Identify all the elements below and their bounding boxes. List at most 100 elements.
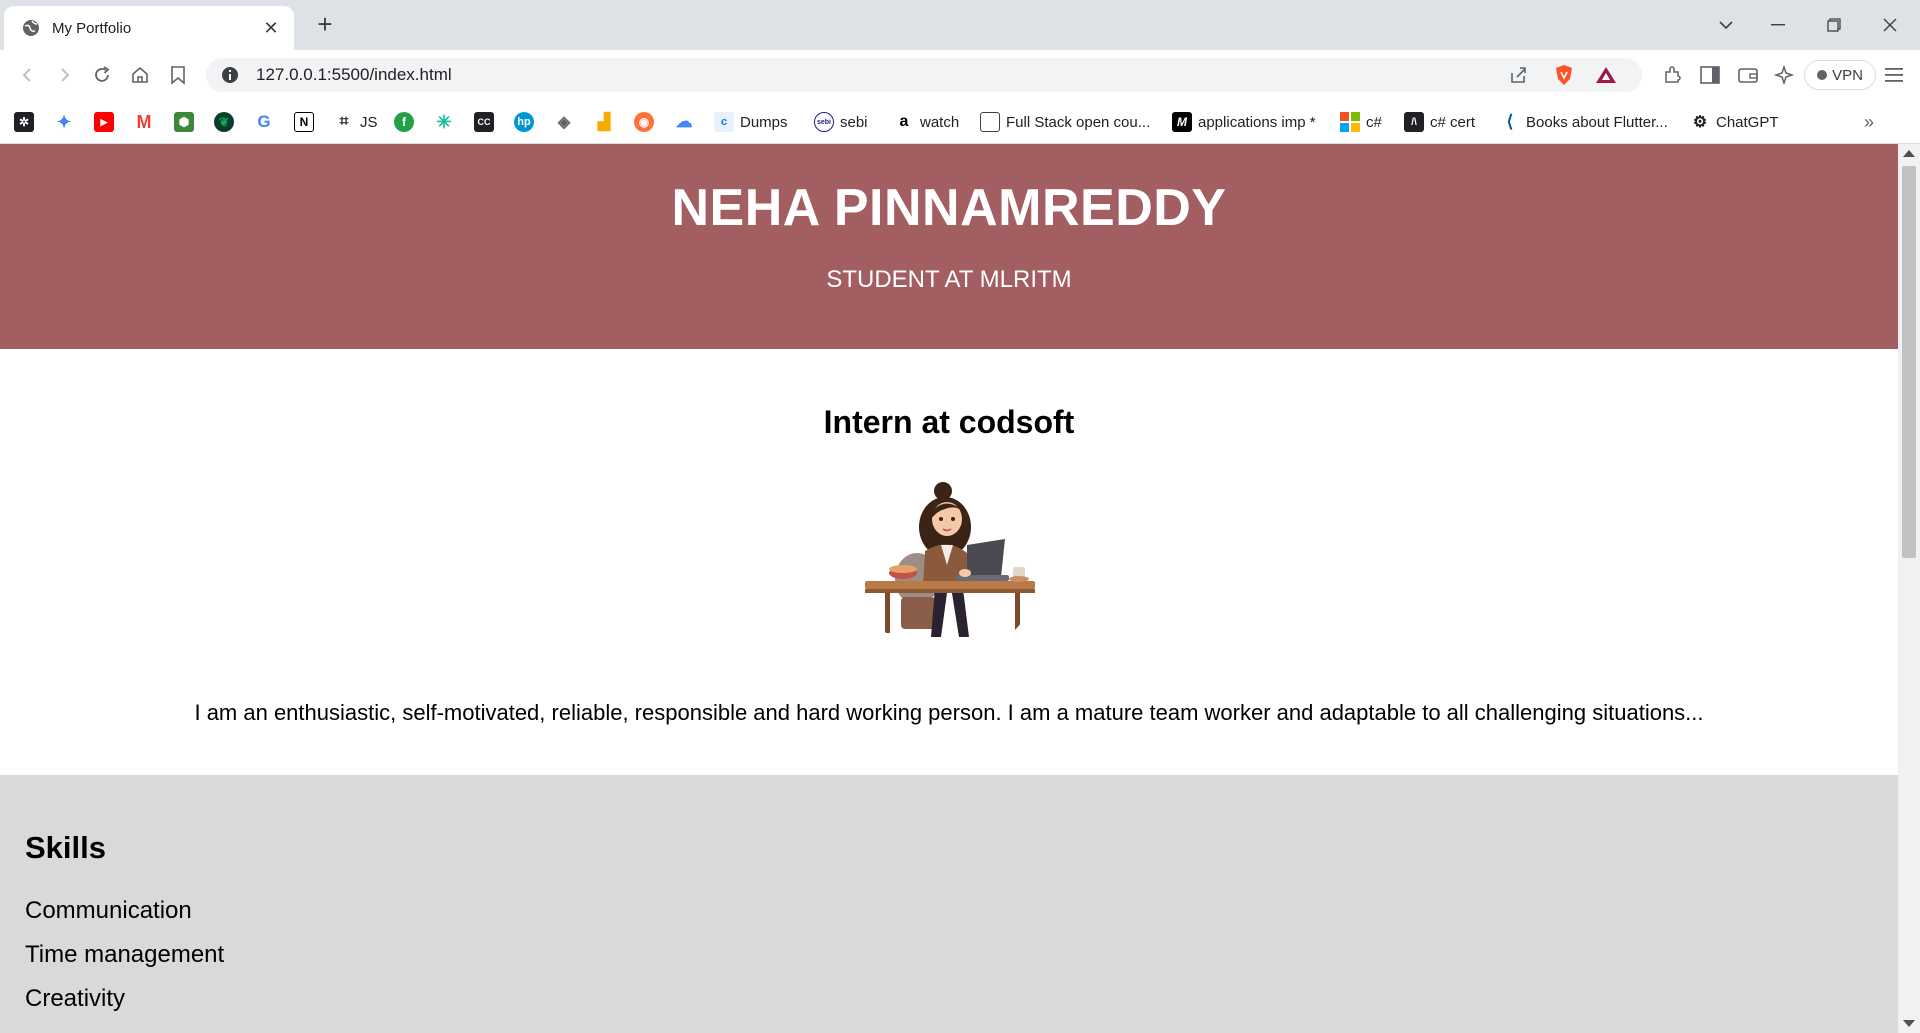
skill-item: Communication: [25, 897, 192, 924]
scroll-down-icon[interactable]: [1903, 1020, 1915, 1027]
analytics-icon: ▟: [597, 114, 611, 131]
skills-section: Skills Communication Time management Cre…: [0, 775, 1898, 1033]
chatgpt-icon: ⚙: [1692, 114, 1708, 131]
close-tab-icon[interactable]: ✕: [260, 17, 282, 39]
sidebar-icon[interactable]: [1698, 63, 1722, 87]
minimize-icon[interactable]: [1758, 8, 1798, 42]
bookmark-label: c#: [1366, 113, 1382, 131]
page-icon: [980, 112, 1000, 132]
microsoft-icon: [1340, 112, 1360, 132]
cc-icon: CC: [474, 112, 494, 132]
wallet-icon[interactable]: [1736, 63, 1760, 87]
cert-icon: /\: [1404, 112, 1424, 132]
dumps-icon: c: [714, 112, 734, 132]
restore-icon[interactable]: [1814, 8, 1854, 42]
bookmark-item[interactable]: ☁: [674, 110, 694, 134]
menu-icon[interactable]: [1882, 63, 1906, 87]
bookmark-label: Dumps: [740, 113, 788, 131]
tab-my-portfolio[interactable]: My Portfolio ✕: [4, 6, 294, 50]
brave-shields-icon[interactable]: [1552, 63, 1576, 87]
reload-icon[interactable]: [90, 63, 114, 87]
bookmark-item[interactable]: sebi sebi: [814, 110, 868, 134]
bookmark-item[interactable]: ❦: [214, 110, 234, 134]
hero-subtitle: STUDENT AT MLRITM: [826, 266, 1072, 293]
vpn-label: VPN: [1832, 66, 1863, 84]
bookmark-item[interactable]: ◈: [554, 110, 574, 134]
tab-title: My Portfolio: [52, 19, 132, 37]
amazon-icon: a: [899, 113, 909, 130]
back-icon[interactable]: [16, 63, 40, 87]
more-bookmarks-icon[interactable]: »: [1864, 110, 1874, 134]
close-window-icon[interactable]: [1870, 8, 1910, 42]
asterisk-icon: ✳: [436, 111, 452, 132]
page-scrollbar[interactable]: [1898, 144, 1920, 1033]
bookmarks-bar: ✲ ✦ ▶ M ⬢ ❦ G N ⌗ JS f ✳ CC hp ◈ ▟ ◉ ☁ cD…: [0, 100, 1920, 144]
bookmark-label: applications imp *: [1198, 113, 1316, 131]
hero-header: NEHA PINNAMREDDY STUDENT AT MLRITM: [0, 144, 1898, 349]
notion-icon: N: [294, 112, 314, 132]
cloud-icon: ☁: [675, 112, 693, 131]
leo-ai-icon[interactable]: [1772, 63, 1796, 87]
m-icon: M: [1172, 112, 1192, 132]
brave-rewards-icon[interactable]: [1594, 63, 1618, 87]
address-bar[interactable]: 127.0.0.1:5500/index.html: [206, 58, 1642, 92]
bookmark-item[interactable]: CC: [474, 110, 494, 134]
bookmark-label: c# cert: [1430, 113, 1476, 131]
site-info-icon[interactable]: [220, 65, 240, 85]
bookmark-item[interactable]: c Dumps: [714, 110, 788, 134]
bookmark-item[interactable]: M: [134, 110, 154, 134]
bookmark-label: watch: [920, 113, 960, 131]
vpn-status-icon: [1817, 70, 1828, 80]
bookmark-item[interactable]: ✲: [14, 110, 34, 134]
tab-strip: My Portfolio ✕ +: [0, 0, 1920, 50]
about-title: Intern at codsoft: [823, 404, 1075, 440]
bookmark-icon[interactable]: [166, 63, 190, 87]
globe-icon: [22, 19, 40, 37]
bookmark-item[interactable]: ✳: [434, 110, 454, 134]
gemini-icon: ✦: [56, 111, 72, 132]
bookmark-item[interactable]: f: [394, 110, 414, 134]
bookmark-item[interactable]: G: [254, 110, 274, 134]
bookmark-item[interactable]: ▟: [594, 110, 614, 134]
skill-item: Creativity: [25, 985, 126, 1012]
mongodb-icon: ❦: [214, 112, 234, 132]
bookmark-item[interactable]: a watch: [894, 110, 960, 134]
scroll-thumb[interactable]: [1902, 166, 1916, 558]
js-icon: ⌗: [339, 113, 349, 130]
bookmark-item[interactable]: hp: [514, 110, 534, 134]
sebi-icon: sebi: [814, 112, 834, 132]
bookmark-item[interactable]: ⬢: [174, 110, 194, 134]
bookmark-item[interactable]: N: [294, 110, 314, 134]
bookmark-item[interactable]: ✦: [54, 110, 74, 134]
bookmark-item[interactable]: ▶: [94, 110, 114, 134]
forward-icon[interactable]: [52, 63, 76, 87]
bookmark-label: sebi: [840, 113, 868, 131]
bookmark-label: Full Stack open cou...: [1006, 113, 1151, 131]
vpn-button[interactable]: VPN: [1804, 60, 1876, 90]
bookmark-item[interactable]: c#: [1340, 110, 1382, 134]
node-icon: ⬢: [174, 112, 194, 132]
firefox-icon: ◉: [634, 112, 654, 132]
share-icon[interactable]: [1506, 63, 1530, 87]
tab-search-icon[interactable]: [1706, 8, 1746, 42]
bookmark-item[interactable]: ⌗ JS: [334, 110, 377, 134]
new-tab-button[interactable]: +: [312, 11, 338, 38]
bookmark-label: ChatGPT: [1716, 113, 1779, 131]
hp-icon: hp: [514, 112, 534, 132]
bookmark-item[interactable]: ⚙ ChatGPT: [1690, 110, 1779, 134]
home-icon[interactable]: [128, 63, 152, 87]
bookmark-item[interactable]: ⟨ Books about Flutter...: [1500, 110, 1668, 134]
bookmark-item[interactable]: Full Stack open cou...: [980, 110, 1150, 134]
flutter-icon: ⟨: [1506, 112, 1514, 131]
scroll-up-icon[interactable]: [1903, 150, 1915, 157]
extensions-icon[interactable]: [1660, 63, 1684, 87]
url-text: 127.0.0.1:5500/index.html: [256, 65, 452, 84]
bookmark-item[interactable]: Mapplications imp *: [1172, 110, 1316, 134]
google-icon: G: [257, 112, 271, 131]
gmail-icon: M: [136, 111, 152, 132]
page-viewport: NEHA PINNAMREDDY STUDENT AT MLRITM Inter…: [0, 144, 1898, 1033]
bookmark-item[interactable]: /\ c# cert: [1404, 110, 1475, 134]
freecodecamp-icon: f: [394, 112, 414, 132]
bookmark-item[interactable]: ◉: [634, 110, 654, 134]
youtube-icon: ▶: [94, 112, 114, 132]
